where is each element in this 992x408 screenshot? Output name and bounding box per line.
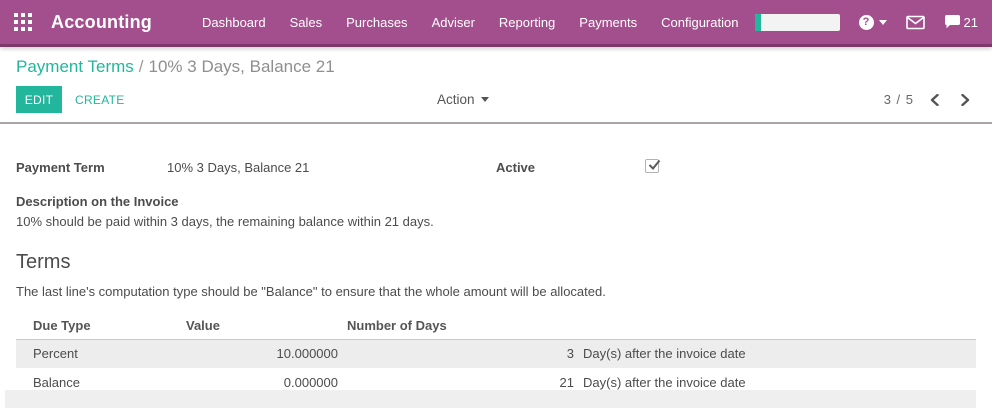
menu-item-adviser[interactable]: Adviser	[432, 15, 475, 30]
action-label: Action	[437, 92, 475, 107]
cell-due-type: Percent	[16, 339, 170, 368]
payment-term-label: Payment Term	[16, 160, 167, 175]
help-menu[interactable]: ?	[859, 15, 887, 30]
payment-term-value: 10% 3 Days, Balance 21	[167, 160, 309, 175]
pager: 3 / 5	[884, 92, 976, 108]
pager-next-button[interactable]	[955, 92, 976, 108]
active-checkbox[interactable]	[645, 159, 659, 173]
menu-item-configuration[interactable]: Configuration	[661, 15, 738, 30]
chat-bubble-icon	[944, 14, 961, 30]
cell-value: 10.000000	[170, 339, 338, 368]
description-value: 10% should be paid within 3 days, the re…	[16, 214, 976, 229]
active-label: Active	[496, 160, 645, 175]
create-button[interactable]: CREATE	[67, 86, 133, 113]
page: Accounting Dashboard Sales Purchases Adv…	[0, 0, 992, 408]
message-count: 21	[964, 15, 978, 30]
cell-days: 3	[338, 339, 574, 368]
systray: ? 21	[755, 14, 978, 31]
field-payment-term: Payment Term 10% 3 Days, Balance 21	[16, 160, 496, 175]
menu-item-purchases[interactable]: Purchases	[346, 15, 407, 30]
cell-days-suffix: Day(s) after the invoice date	[574, 339, 976, 368]
main-menu: Dashboard Sales Purchases Adviser Report…	[202, 15, 738, 30]
action-dropdown[interactable]: Action	[437, 92, 489, 107]
edit-button[interactable]: EDIT	[16, 86, 62, 113]
col-header-blank	[574, 312, 976, 339]
form-sheet: Payment Term 10% 3 Days, Balance 21 Acti…	[0, 160, 992, 398]
pager-value: 3 / 5	[884, 92, 914, 107]
menu-item-dashboard[interactable]: Dashboard	[202, 15, 266, 30]
field-row: Payment Term 10% 3 Days, Balance 21 Acti…	[16, 160, 976, 175]
top-navbar: Accounting Dashboard Sales Purchases Adv…	[0, 0, 992, 47]
sheet-footer-background	[5, 390, 976, 408]
control-panel: Payment Terms/10% 3 Days, Balance 21 EDI…	[0, 47, 992, 124]
menu-item-reporting[interactable]: Reporting	[499, 15, 555, 30]
chevron-down-icon	[481, 97, 489, 102]
col-header-value[interactable]: Value	[170, 312, 338, 339]
breadcrumb: Payment Terms/10% 3 Days, Balance 21	[16, 57, 976, 77]
field-active: Active	[496, 160, 976, 175]
terms-heading: Terms	[16, 251, 976, 274]
breadcrumb-payment-terms[interactable]: Payment Terms	[16, 57, 134, 76]
col-header-due-type[interactable]: Due Type	[16, 312, 170, 339]
description-label: Description on the Invoice	[16, 194, 976, 209]
control-panel-buttons: EDIT CREATE Action 3 / 5	[16, 86, 976, 113]
pager-previous-button[interactable]	[924, 92, 945, 108]
field-description: Description on the Invoice 10% should be…	[16, 194, 976, 229]
app-title: Accounting	[51, 12, 152, 33]
terms-table: Due Type Value Number of Days Percent 10…	[16, 312, 976, 398]
discuss-counter[interactable]: 21	[944, 14, 978, 30]
terms-note: The last line's computation type should …	[16, 284, 976, 299]
menu-item-sales[interactable]: Sales	[290, 15, 323, 30]
chevron-down-icon	[879, 20, 887, 25]
apps-grid-icon[interactable]	[14, 13, 33, 31]
check-icon	[647, 157, 662, 172]
col-header-number-of-days[interactable]: Number of Days	[338, 312, 574, 339]
table-header-row: Due Type Value Number of Days	[16, 312, 976, 339]
table-row[interactable]: Percent 10.000000 3 Day(s) after the inv…	[16, 339, 976, 368]
messages-icon[interactable]	[906, 15, 925, 30]
user-status-box[interactable]	[755, 14, 840, 31]
menu-item-payments[interactable]: Payments	[579, 15, 637, 30]
breadcrumb-current: 10% 3 Days, Balance 21	[149, 57, 335, 76]
help-icon: ?	[859, 15, 874, 30]
breadcrumb-separator: /	[134, 57, 149, 76]
